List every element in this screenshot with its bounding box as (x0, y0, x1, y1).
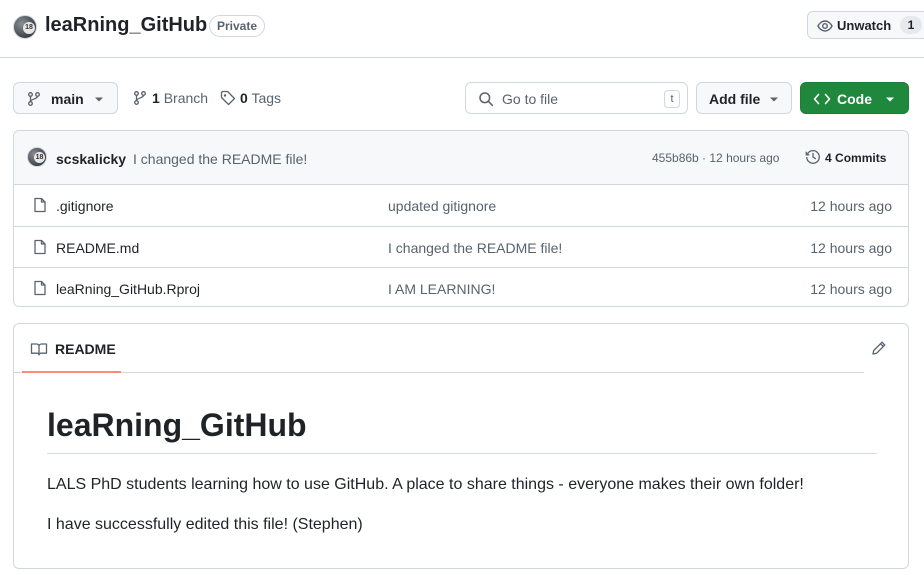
commits-label: Commits (835, 151, 887, 165)
file-icon (34, 280, 46, 296)
caret-down-icon (95, 97, 103, 102)
file-name[interactable]: .gitignore (56, 198, 114, 214)
avatar-badge: 18 (23, 22, 35, 34)
file-row[interactable]: README.md I changed the README file! 12 … (14, 226, 908, 267)
unwatch-label: Unwatch (837, 18, 892, 33)
search-icon (479, 92, 494, 107)
caret-down-icon (770, 97, 778, 102)
commit-author[interactable]: scskalicky (56, 151, 126, 167)
file-commit-message[interactable]: I changed the README file! (388, 240, 562, 256)
git-branch-icon (28, 92, 40, 106)
avatar-badge: 18 (34, 152, 45, 163)
readme-paragraph: LALS PhD students learning how to use Gi… (47, 476, 804, 493)
file-row[interactable]: .gitignore updated gitignore 12 hours ag… (14, 185, 908, 226)
unwatch-button[interactable]: Unwatch 1 (807, 11, 924, 39)
branch-name: main (51, 91, 84, 107)
git-branch-icon (134, 91, 146, 105)
pencil-icon[interactable] (871, 340, 887, 356)
go-to-file-search[interactable]: t (465, 82, 688, 114)
file-name[interactable]: leaRning_GitHub.Rproj (56, 281, 200, 297)
readme-tab-bar: README (14, 324, 864, 373)
code-label: Code (837, 91, 872, 107)
tags-count: 0 (240, 90, 248, 106)
file-name[interactable]: README.md (56, 240, 139, 256)
watch-count: 1 (900, 16, 922, 34)
visibility-badge: Private (209, 15, 266, 37)
commit-message[interactable]: I changed the README file! (133, 151, 307, 167)
add-file-label: Add file (709, 91, 761, 107)
latest-commit-bar: 18 scskalicky I changed the README file!… (14, 131, 908, 185)
tags-label: Tags (251, 90, 282, 106)
tag-icon (220, 90, 236, 106)
branches-count: 1 (152, 90, 160, 106)
commit-hash-and-time[interactable]: 455b86b · 12 hours ago (652, 151, 779, 165)
file-commit-message[interactable]: I AM LEARNING! (388, 281, 495, 297)
repo-name-link[interactable]: leaRning_GitHub (45, 14, 207, 37)
readme-tab-label: README (55, 341, 116, 357)
code-icon (813, 93, 831, 105)
tags-link[interactable]: 0 Tags (220, 90, 290, 108)
code-button[interactable]: Code (800, 82, 909, 114)
file-icon (34, 239, 46, 255)
owner-avatar[interactable]: 18 (13, 15, 37, 39)
file-browser: 18 scskalicky I changed the README file!… (13, 130, 909, 307)
readme-paragraph: I have successfully edited this file! (S… (47, 516, 363, 533)
history-icon (805, 150, 820, 164)
file-row[interactable]: leaRning_GitHub.Rproj I AM LEARNING! 12 … (14, 267, 908, 306)
readme-panel: README leaRning_GitHub LALS PhD students… (13, 323, 909, 569)
readme-heading: leaRning_GitHub (47, 407, 877, 454)
commits-history-link[interactable]: 4 Commits (805, 149, 905, 167)
search-input[interactable] (502, 89, 652, 109)
branches-label: Branch (163, 90, 209, 106)
branch-selector-button[interactable]: main (13, 82, 118, 114)
commit-author-avatar[interactable]: 18 (27, 147, 47, 167)
repo-header: 18 leaRning_GitHub Private Unwatch 1 (0, 0, 924, 58)
tab-readme[interactable]: README (22, 324, 121, 373)
file-commit-age: 12 hours ago (810, 198, 892, 214)
file-commit-age: 12 hours ago (810, 281, 892, 297)
book-icon (30, 343, 48, 356)
file-icon (34, 197, 46, 213)
add-file-button[interactable]: Add file (696, 82, 792, 114)
keyboard-shortcut-hint: t (664, 90, 680, 108)
eye-icon (817, 20, 833, 32)
file-commit-age: 12 hours ago (810, 240, 892, 256)
branches-link[interactable]: 1 Branch (132, 90, 212, 108)
caret-down-icon (886, 97, 894, 102)
file-commit-message[interactable]: updated gitignore (388, 198, 496, 214)
commits-count: 4 (825, 151, 832, 165)
